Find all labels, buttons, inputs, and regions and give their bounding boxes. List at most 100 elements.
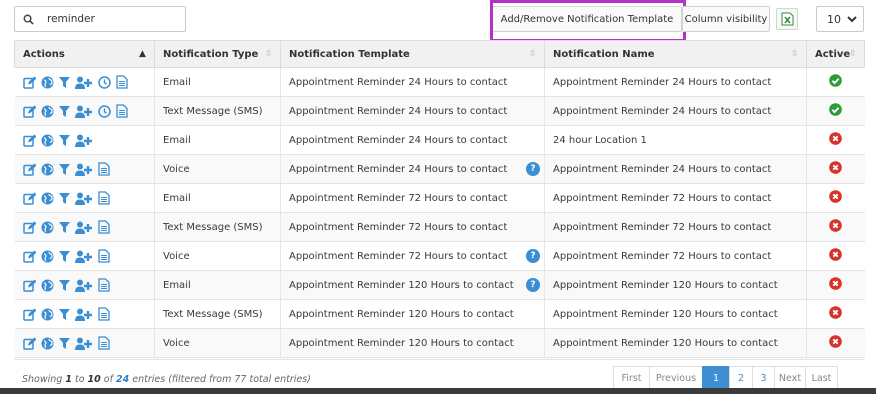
filter-icon[interactable] — [58, 192, 70, 205]
globe-icon[interactable] — [41, 279, 54, 292]
row-actions — [22, 278, 147, 292]
column-visibility-button[interactable]: Column visibility — [682, 6, 770, 32]
help-icon[interactable]: ? — [526, 249, 540, 263]
edit-icon[interactable] — [22, 250, 36, 263]
page-size-value: 10 — [827, 12, 841, 26]
column-header-actions[interactable]: Actions ▲ — [14, 40, 155, 68]
globe-icon[interactable] — [41, 221, 54, 234]
filter-icon[interactable] — [58, 337, 70, 350]
edit-icon[interactable] — [22, 337, 36, 350]
edit-icon[interactable] — [22, 221, 36, 234]
edit-icon[interactable] — [22, 76, 36, 89]
document-icon[interactable] — [97, 220, 110, 234]
x-circle-icon[interactable] — [829, 306, 843, 322]
filter-icon[interactable] — [58, 105, 70, 118]
actions-cell — [14, 212, 155, 242]
document-icon[interactable] — [97, 307, 110, 321]
actions-cell — [14, 125, 155, 155]
pagination-page-1[interactable]: 1 — [702, 366, 730, 390]
edit-icon[interactable] — [22, 105, 36, 118]
pagination-previous[interactable]: Previous — [649, 366, 703, 390]
filter-icon[interactable] — [58, 221, 70, 234]
filter-icon[interactable] — [58, 308, 70, 321]
add-remove-notification-template-button[interactable]: Add/Remove Notification Template — [492, 6, 682, 32]
x-circle-icon[interactable] — [829, 132, 843, 148]
clock-icon[interactable] — [97, 104, 111, 118]
template-text: Appointment Reminder 72 Hours to contact — [289, 192, 508, 204]
search-box[interactable] — [14, 6, 187, 32]
globe-icon[interactable] — [41, 76, 54, 89]
page-size-select[interactable]: 10 — [816, 6, 864, 32]
check-circle-icon[interactable] — [829, 74, 843, 90]
globe-icon[interactable] — [41, 163, 54, 176]
filter-icon[interactable] — [58, 134, 70, 147]
row-actions — [22, 162, 147, 176]
add-user-icon[interactable] — [74, 279, 93, 292]
template-cell: Appointment Reminder 24 Hours to contact… — [280, 154, 545, 184]
search-input[interactable] — [41, 9, 187, 29]
document-icon[interactable] — [97, 278, 110, 292]
document-icon[interactable] — [115, 75, 128, 89]
pagination-page-2[interactable]: 2 — [729, 366, 753, 390]
search-icon[interactable] — [15, 7, 41, 31]
globe-icon[interactable] — [41, 308, 54, 321]
filter-icon[interactable] — [58, 163, 70, 176]
x-circle-icon[interactable] — [829, 277, 843, 293]
pagination-first[interactable]: First — [613, 366, 650, 390]
pagination-next[interactable]: Next — [774, 366, 806, 390]
x-circle-icon[interactable] — [829, 335, 843, 351]
add-user-icon[interactable] — [74, 221, 93, 234]
column-header-template[interactable]: Notification Template ⇳ — [280, 40, 545, 68]
help-icon[interactable]: ? — [526, 278, 540, 292]
check-circle-icon[interactable] — [829, 103, 843, 119]
name-cell: Appointment Reminder 120 Hours to contac… — [544, 299, 807, 329]
column-header-active[interactable]: Active ⇳ — [806, 40, 865, 68]
table-row: Email Appointment Reminder 24 Hours to co… — [14, 125, 865, 155]
filter-icon[interactable] — [58, 250, 70, 263]
edit-icon[interactable] — [22, 192, 36, 205]
column-header-name[interactable]: Notification Name ⇳ — [544, 40, 807, 68]
info-filtered-total: 77 — [234, 374, 247, 385]
document-icon[interactable] — [97, 162, 110, 176]
pagination-page-3[interactable]: 3 — [752, 366, 775, 390]
help-icon[interactable]: ? — [526, 162, 540, 176]
add-user-icon[interactable] — [74, 134, 93, 147]
x-circle-icon[interactable] — [829, 190, 843, 206]
add-user-icon[interactable] — [74, 76, 93, 89]
filter-icon[interactable] — [58, 76, 70, 89]
filter-icon[interactable] — [58, 279, 70, 292]
sort-icon: ⇳ — [849, 49, 857, 59]
clock-icon[interactable] — [97, 75, 111, 89]
add-user-icon[interactable] — [74, 192, 93, 205]
add-user-icon[interactable] — [74, 163, 93, 176]
document-icon[interactable] — [97, 191, 110, 205]
pagination-last[interactable]: Last — [805, 366, 838, 390]
column-header-type[interactable]: Notification Type ⇳ — [154, 40, 281, 68]
x-circle-icon[interactable] — [829, 248, 843, 264]
globe-icon[interactable] — [41, 105, 54, 118]
edit-icon[interactable] — [22, 134, 36, 147]
x-circle-icon[interactable] — [829, 219, 843, 235]
document-icon[interactable] — [97, 249, 110, 263]
edit-icon[interactable] — [22, 279, 36, 292]
globe-icon[interactable] — [41, 134, 54, 147]
add-user-icon[interactable] — [74, 308, 93, 321]
edit-icon[interactable] — [22, 163, 36, 176]
info-total: 24 — [115, 374, 130, 385]
excel-export-icon[interactable] — [776, 8, 798, 30]
add-user-icon[interactable] — [74, 250, 93, 263]
x-circle-icon[interactable] — [829, 161, 843, 177]
edit-icon[interactable] — [22, 308, 36, 321]
active-cell — [806, 270, 865, 300]
globe-icon[interactable] — [41, 250, 54, 263]
name-cell: Appointment Reminder 72 Hours to contact — [544, 212, 807, 242]
add-user-icon[interactable] — [74, 337, 93, 350]
template-cell: Appointment Reminder 24 Hours to contact — [280, 67, 545, 97]
add-user-icon[interactable] — [74, 105, 93, 118]
document-icon[interactable] — [115, 104, 128, 118]
globe-icon[interactable] — [41, 337, 54, 350]
row-actions — [22, 75, 147, 89]
notifications-table: Actions ▲ Notification Type ⇳ Notification… — [14, 40, 865, 358]
globe-icon[interactable] — [41, 192, 54, 205]
document-icon[interactable] — [97, 336, 110, 350]
